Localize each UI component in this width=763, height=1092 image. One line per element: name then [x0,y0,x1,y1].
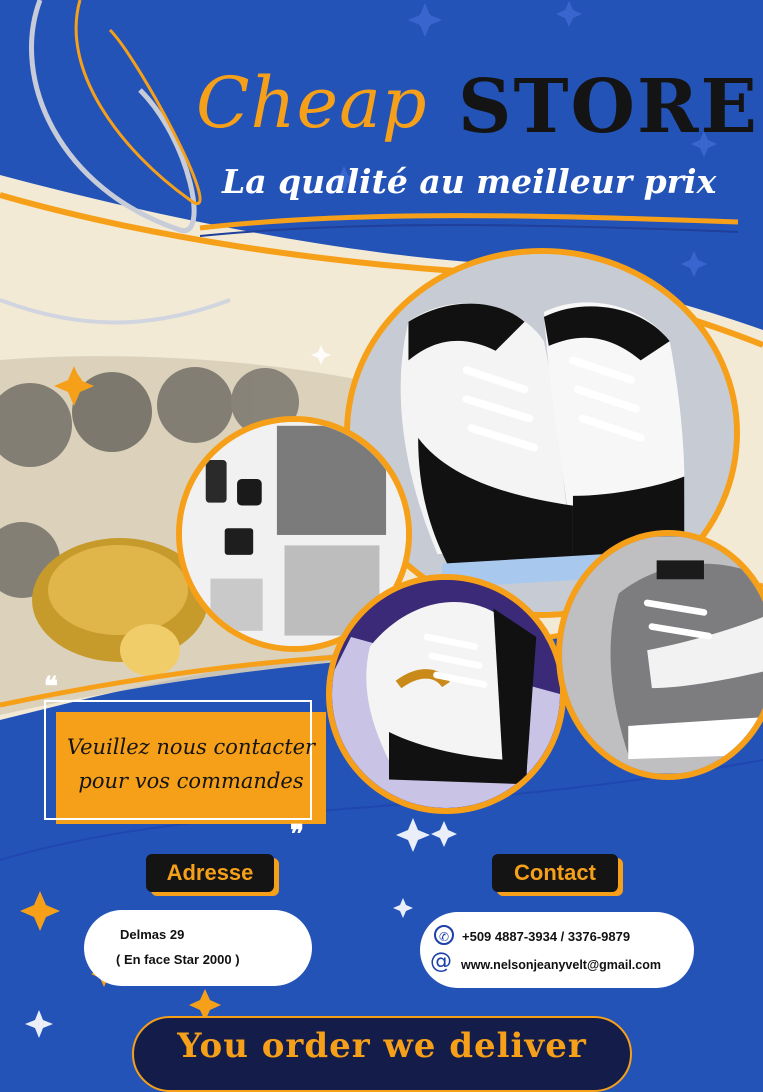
brand-title-store: STORE [458,64,759,150]
promo-line-1: Veuillez nous contacter [66,735,316,759]
nike-illustration [562,536,763,774]
quote-close-icon: ❞ [290,820,304,850]
contact-pill [420,912,694,988]
promo-text: Veuillez nous contacter pour vos command… [56,730,326,798]
brand-tagline: La qualité au meilleur prix [222,162,717,201]
contact-phone[interactable]: +509 4887-3934 / 3376-9879 [462,929,630,944]
address-line-2: ( En face Star 2000 ) [116,952,240,967]
address-pill [84,910,312,986]
brand-title-cheap: Cheap [196,62,428,144]
jordan-illustration [332,580,560,808]
sneaker-photo-jordan [326,574,566,814]
promo-line-2: pour vos commandes [78,769,304,793]
contact-label: Contact [492,854,618,892]
sneaker-photo-nike [556,530,763,780]
at-sign-icon: @ [430,949,452,974]
delivery-banner-text: You order we deliver [177,1026,587,1066]
contact-email[interactable]: www.nelsonjeanyvelt@gmail.com [461,958,661,972]
address-line-1: Delmas 29 [120,927,185,942]
address-label: Adresse [146,854,274,892]
phone-icon: ✆ [434,925,454,945]
quote-open-icon: ❝ [44,672,58,702]
